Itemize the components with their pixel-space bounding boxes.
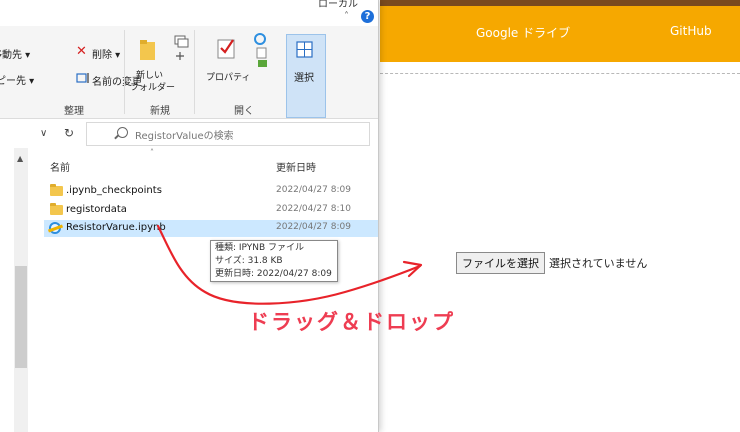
search-icon: [117, 127, 128, 138]
properties-button[interactable]: プロパティ: [206, 70, 250, 83]
address-bar: ∨ ↻ RegistorValueの検索: [0, 122, 378, 146]
file-list: ▲ ˄ 名前 更新日時 .ipynb_checkpoints 2022/04/2…: [0, 148, 378, 432]
tooltip-modified: 更新日時: 2022/04/27 8:09: [215, 269, 332, 279]
dashed-divider: [380, 73, 740, 74]
help-icon[interactable]: ?: [361, 10, 374, 23]
new-folder-label-2: フォルダー: [130, 83, 176, 93]
delete-icon: ✕: [76, 44, 87, 59]
select-button[interactable]: 選択: [286, 34, 326, 118]
open-icons[interactable]: [250, 32, 274, 68]
file-row-resistorvarue[interactable]: ResistorVarue.ipynb 2022/04/27 8:09: [44, 220, 378, 237]
file-tooltip: 種類: IPYNB ファイル サイズ: 31.8 KB 更新日時: 2022/0…: [210, 240, 338, 282]
file-name: registordata: [66, 204, 127, 215]
copy-to-button[interactable]: コピー先 ▾: [0, 72, 34, 87]
file-status-text: 選択されていません: [549, 257, 648, 270]
sort-caret-icon: ˄: [150, 148, 154, 157]
history-dropdown-icon[interactable]: ∨: [40, 128, 47, 139]
drag-and-drop-caption: ドラッグ＆ドロップ: [248, 310, 455, 334]
group-label-open: 開く: [234, 106, 254, 117]
search-input[interactable]: RegistorValueの検索: [86, 122, 370, 146]
file-row-ipynb-checkpoints[interactable]: .ipynb_checkpoints 2022/04/27 8:09: [44, 183, 378, 200]
new-item-icon[interactable]: [172, 34, 192, 64]
scroll-up-arrow-icon[interactable]: ▲: [17, 154, 23, 163]
choose-file-button[interactable]: ファイルを選択: [456, 252, 545, 274]
file-input[interactable]: ファイルを選択 選択されていません: [456, 252, 647, 274]
ribbon-separator: [124, 30, 125, 114]
move-to-button[interactable]: 移動先 ▾: [0, 46, 30, 61]
new-folder-icon[interactable]: [138, 36, 160, 62]
folder-icon: [50, 203, 63, 215]
nav-google-drive-link[interactable]: Google ドライブ: [476, 24, 570, 41]
site-header: Google ドライブ GitHub: [380, 0, 740, 62]
select-grid-icon: [296, 41, 313, 58]
header-stripe: [380, 0, 740, 6]
nav-github-link[interactable]: GitHub: [670, 24, 712, 38]
web-page: Google ドライブ GitHub ファイルを選択 選択されていません: [380, 0, 740, 432]
delete-button[interactable]: 削除 ▾: [92, 46, 120, 61]
file-name: ResistorVarue.ipynb: [66, 222, 166, 233]
file-date: 2022/04/27 8:09: [276, 222, 351, 232]
file-explorer-window: ローカル ˄ ? 移動先 ▾ コピー先 ▾ ✕ 削除 ▾ 名前の変更 整理 新し…: [0, 0, 379, 432]
properties-icon[interactable]: [216, 34, 238, 64]
refresh-icon[interactable]: ↻: [64, 126, 74, 140]
group-label-new: 新規: [150, 106, 170, 117]
ribbon-separator: [194, 30, 195, 114]
ribbon: 移動先 ▾ コピー先 ▾ ✕ 削除 ▾ 名前の変更 整理 新しい フォルダー 新…: [0, 26, 378, 119]
folder-icon: [50, 184, 63, 196]
file-row-registordata[interactable]: registordata 2022/04/27 8:10: [44, 202, 378, 219]
scrollbar-thumb[interactable]: [15, 266, 27, 368]
file-name: .ipynb_checkpoints: [66, 185, 162, 196]
tooltip-size: サイズ: 31.8 KB: [215, 256, 283, 266]
title-bar: ローカル ˄ ?: [0, 0, 378, 26]
window-title: ローカル: [318, 0, 358, 10]
file-date: 2022/04/27 8:09: [276, 185, 351, 195]
column-header-modified[interactable]: 更新日時: [276, 159, 316, 174]
ie-file-icon: [49, 222, 61, 234]
collapse-ribbon-icon[interactable]: ˄: [344, 11, 352, 22]
rename-icon: [76, 73, 89, 83]
column-header-name[interactable]: 名前: [50, 159, 70, 174]
search-placeholder: RegistorValueの検索: [135, 131, 234, 142]
group-label-organize: 整理: [64, 106, 84, 117]
tooltip-type: 種類: IPYNB ファイル: [215, 243, 305, 253]
file-date: 2022/04/27 8:10: [276, 204, 351, 214]
vertical-scrollbar[interactable]: ▲: [14, 148, 28, 432]
select-label: 選択: [294, 73, 314, 84]
